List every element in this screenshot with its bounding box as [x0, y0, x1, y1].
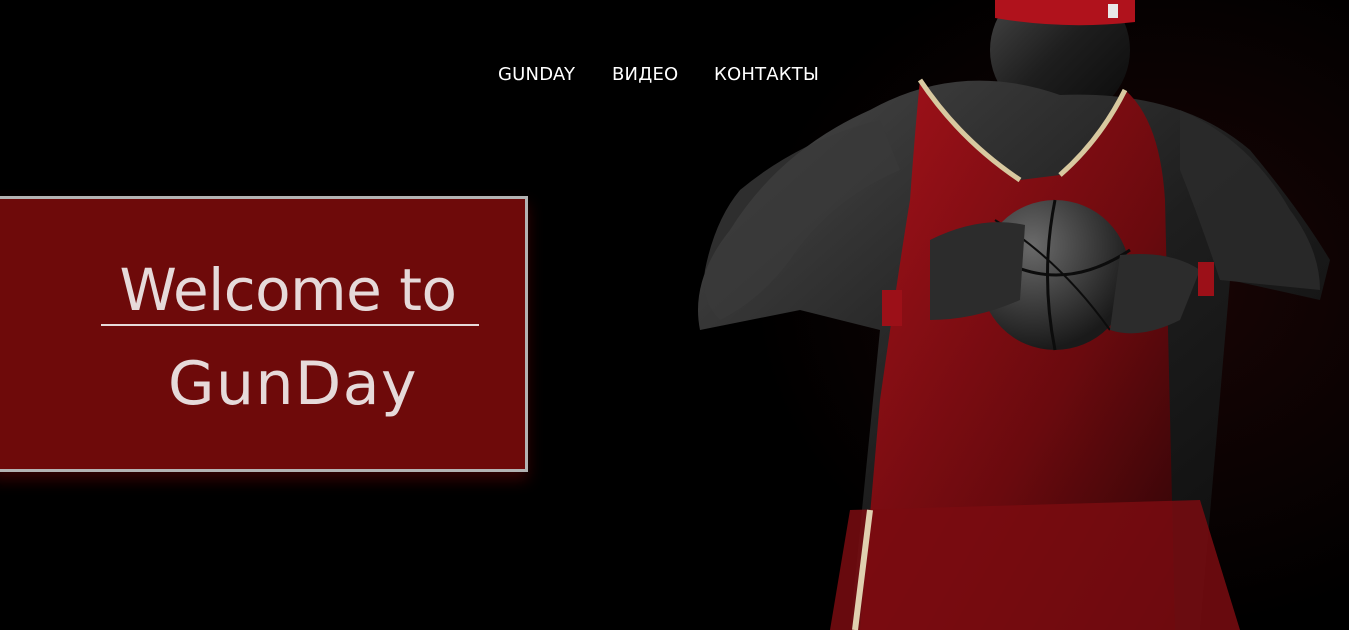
welcome-heading: Welcome to — [119, 256, 457, 324]
top-nav: GUNDAY ВИДЕО КОНТАКТЫ — [0, 62, 1349, 88]
nav-link-video[interactable]: ВИДЕО — [612, 62, 678, 88]
welcome-banner: Welcome to GunDay — [0, 196, 528, 472]
heading-divider — [101, 324, 479, 326]
page: GUNDAY ВИДЕО КОНТАКТЫ Welcome to GunDay — [0, 0, 1349, 630]
brand-title: GunDay — [167, 349, 419, 419]
nav-link-contacts[interactable]: КОНТАКТЫ — [714, 62, 819, 88]
nav-link-gunday[interactable]: GUNDAY — [498, 62, 575, 88]
